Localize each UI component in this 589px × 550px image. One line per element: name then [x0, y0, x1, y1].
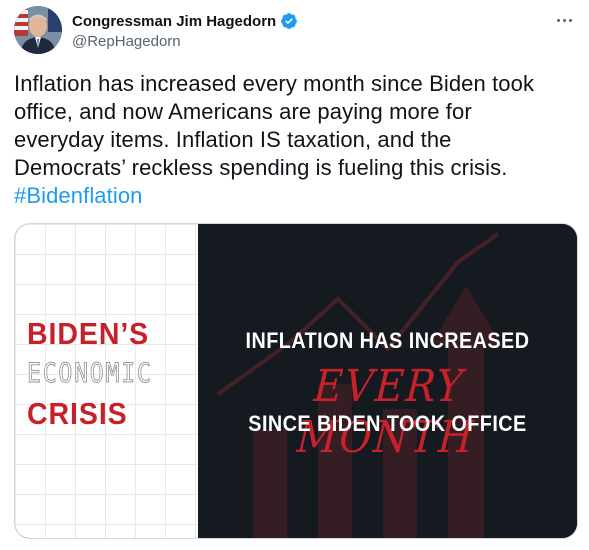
avatar-image	[14, 6, 62, 54]
tweet-text-line: Inflation has increased every month sinc…	[14, 71, 535, 96]
tweet-text-line: Democrats’ reckless spending is fueling …	[14, 155, 508, 180]
avatar[interactable]	[14, 6, 62, 54]
media-left-line: CRISIS	[27, 396, 128, 431]
media-left-line: ECONOMIC	[27, 358, 153, 390]
verified-badge-icon	[280, 12, 298, 30]
display-name[interactable]: Congressman Jim Hagedorn	[72, 13, 276, 30]
name-row: Congressman Jim Hagedorn	[72, 11, 298, 31]
media-headline-bottom: SINCE BIDEN TOOK OFFICE	[248, 411, 527, 436]
tweet-text-line: office, and now Americans are paying mor…	[14, 99, 472, 124]
media-headline-top: INFLATION HAS INCREASED	[245, 328, 530, 353]
tweet-card: Congressman Jim Hagedorn @RepHagedorn In…	[0, 0, 589, 550]
more-options-icon[interactable]	[551, 10, 577, 30]
author-block: Congressman Jim Hagedorn @RepHagedorn	[72, 11, 298, 50]
tweet-media-image[interactable]: BIDEN’S ECONOMIC CRISIS INFLATION HAS IN…	[14, 223, 578, 539]
media-right-panel: INFLATION HAS INCREASED EVERY MONTH SINC…	[198, 224, 577, 538]
tweet-text: Inflation has increased every month sinc…	[14, 70, 579, 210]
author-handle[interactable]: @RepHagedorn	[72, 33, 298, 50]
tweet-header: Congressman Jim Hagedorn @RepHagedorn	[14, 6, 579, 56]
hashtag-link[interactable]: #Bidenflation	[14, 182, 579, 210]
tweet-text-line: everyday items. Inflation IS taxation, a…	[14, 127, 452, 152]
media-left-panel: BIDEN’S ECONOMIC CRISIS	[15, 224, 198, 538]
media-left-line: BIDEN’S	[27, 316, 150, 351]
